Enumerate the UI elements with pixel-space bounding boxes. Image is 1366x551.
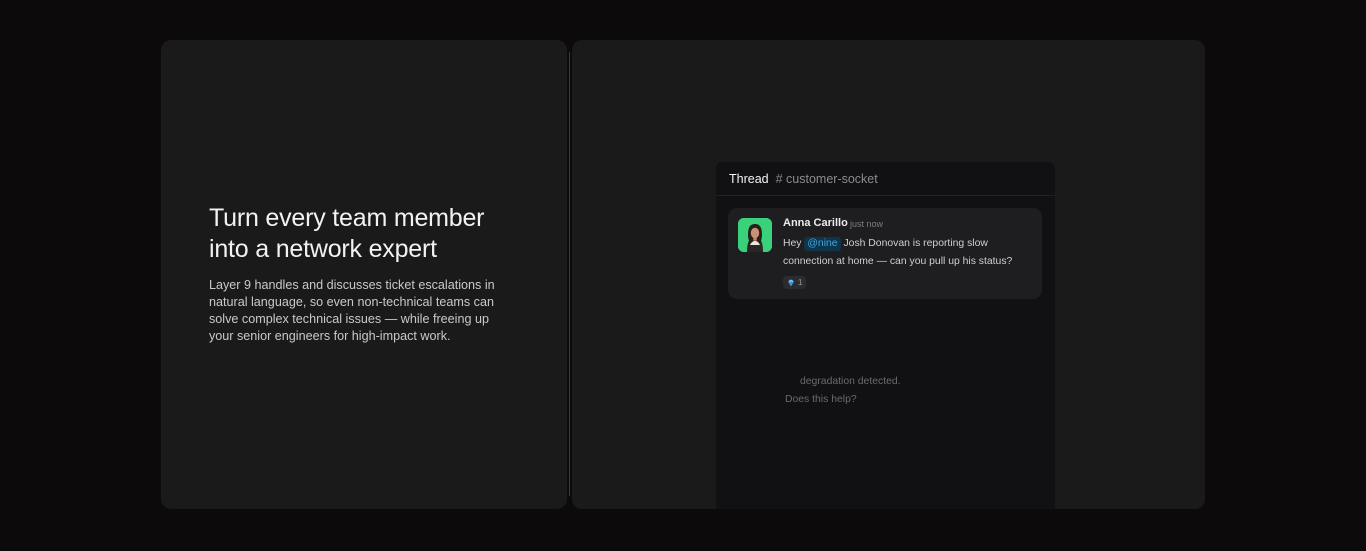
message-text-prefix: Hey <box>783 238 802 249</box>
avatar-person-icon <box>738 218 772 252</box>
faded-reply-question: Does this help? <box>785 394 857 405</box>
message-timestamp: just now <box>850 219 884 229</box>
reaction-chip[interactable]: 1 <box>783 276 807 289</box>
thread-panel: Thread # customer-socket Anna Carillo ju… <box>716 162 1055 509</box>
feature-card: Turn every team member into a network ex… <box>161 40 567 509</box>
chat-message: Anna Carillo just now Hey @nine Josh Don… <box>728 208 1042 299</box>
feature-headline: Turn every team member into a network ex… <box>209 204 485 263</box>
message-text: Hey @nine Josh Donovan is reporting slow… <box>783 235 1033 271</box>
thread-title: Thread <box>729 171 769 186</box>
message-author[interactable]: Anna Carillo <box>783 217 848 229</box>
vertical-divider <box>569 52 570 496</box>
reaction-count: 1 <box>798 278 803 287</box>
faded-reply-line: degradation detected. <box>800 376 901 387</box>
feature-description: Layer 9 handles and discusses ticket esc… <box>209 278 495 343</box>
avatar[interactable] <box>738 218 772 252</box>
page: Turn every team member into a network ex… <box>0 0 1366 551</box>
diamond-icon <box>788 279 794 286</box>
demo-card: Thread # customer-socket Anna Carillo ju… <box>572 40 1205 509</box>
thread-header: Thread # customer-socket <box>716 162 1055 196</box>
thread-channel-name[interactable]: # customer-socket <box>776 172 878 186</box>
mention-tag[interactable]: @nine <box>804 237 841 251</box>
